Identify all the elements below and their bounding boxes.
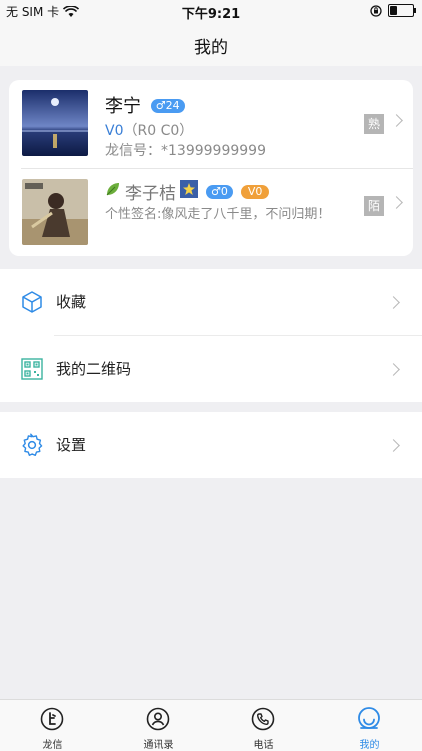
page-title: 我的: [194, 38, 228, 58]
account-id-label: 龙信号：: [105, 143, 161, 159]
qr-code-icon: [21, 358, 43, 380]
profile-card: 李宁 ♂24 V0（R0 C0） 龙信号：*13999999999 熟 李子桔 …: [9, 80, 413, 256]
my-profile-row[interactable]: 李宁 ♂24 V0（R0 C0） 龙信号：*13999999999 熟: [9, 80, 413, 168]
chevron-right-icon: [390, 196, 403, 209]
longxin-icon: [40, 707, 64, 731]
account-id: 龙信号：*13999999999: [105, 140, 266, 160]
account-id-value: *13999999999: [161, 143, 266, 159]
chevron-right-icon: [390, 114, 403, 127]
menu-group-main: 收藏 我的二维码: [0, 269, 422, 402]
tab-phone[interactable]: 电话: [211, 700, 316, 751]
star-icon: [180, 180, 198, 203]
contact-signature: 个性签名:像风走了八千里，不问归期！: [105, 207, 331, 222]
leaf-icon: [105, 181, 121, 202]
gear-icon: [22, 433, 43, 456]
level-name: V0: [105, 123, 124, 139]
profile-name: 李宁 ♂24: [105, 92, 185, 118]
status-bar: 无 SIM 卡 下午9:21: [0, 0, 422, 22]
chevron-right-icon: [387, 439, 400, 452]
settings-label: 设置: [56, 436, 87, 454]
profile-icon: [358, 707, 380, 729]
contact-gender-badge: ♂0: [206, 184, 233, 199]
contact-name-line: 李子桔 ♂0 V0: [105, 179, 270, 204]
contact-name: 李子桔: [125, 184, 176, 204]
chevron-right-icon: [387, 363, 400, 376]
contact-level-badge: V0: [240, 184, 270, 199]
tab-bar: 龙信 通讯录 电话 我的: [0, 699, 422, 751]
relation-tag: 陌: [364, 196, 384, 216]
level-line: V0（R0 C0）: [105, 120, 193, 140]
relation-tag: 熟: [364, 114, 384, 134]
cube-icon: [22, 291, 42, 313]
tab-label: 通讯录: [143, 740, 174, 751]
contact-avatar[interactable]: [22, 179, 88, 245]
tab-profile[interactable]: 我的: [317, 700, 422, 751]
settings-row[interactable]: 设置: [0, 412, 422, 478]
nav-bar: 我的: [0, 22, 422, 66]
tab-label: 龙信: [42, 740, 63, 751]
level-detail: （R0 C0）: [123, 123, 194, 139]
tab-contacts[interactable]: 通讯录: [106, 700, 211, 751]
contact-row[interactable]: 李子桔 ♂0 V0 个性签名:像风走了八千里，不问归期！ 陌: [9, 169, 413, 257]
qr-code-row[interactable]: 我的二维码: [0, 336, 422, 402]
avatar[interactable]: [22, 90, 88, 156]
battery-icon: [388, 4, 416, 17]
menu-group-settings: 设置: [0, 412, 422, 478]
tab-label: 我的: [359, 740, 380, 751]
clock: 下午9:21: [181, 7, 241, 22]
tab-longxin[interactable]: 龙信: [0, 700, 105, 751]
tab-label: 电话: [253, 740, 274, 751]
contacts-icon: [146, 707, 170, 731]
qr-code-label: 我的二维码: [56, 360, 132, 378]
orientation-lock-icon: [370, 4, 382, 17]
phone-icon: [251, 707, 275, 731]
gender-age-badge: ♂24: [150, 99, 185, 113]
chevron-right-icon: [387, 296, 400, 309]
favorites-row[interactable]: 收藏: [0, 269, 422, 335]
favorites-label: 收藏: [56, 293, 87, 311]
profile-name-text: 李宁: [105, 96, 141, 117]
